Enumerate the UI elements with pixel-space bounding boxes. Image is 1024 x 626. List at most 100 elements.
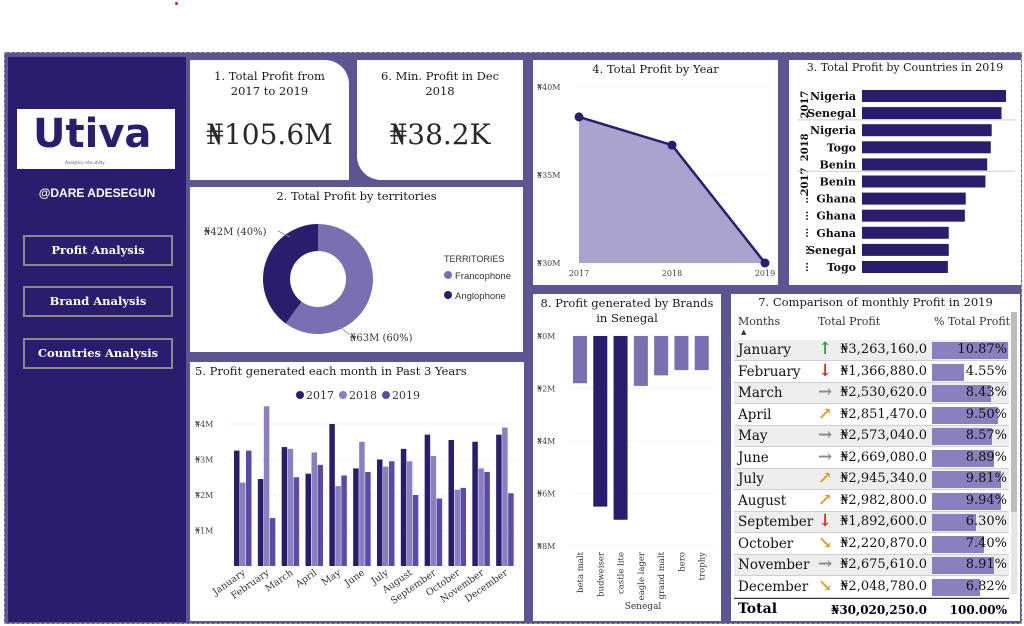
country-year-group-ellipsis: … — [800, 194, 811, 204]
brands-senegal-chart: ₦0M ₦2M ₦4M ₦6M ₦8M beta malt budweiser castle … — [537, 332, 715, 612]
month-bar-september-2017 — [424, 434, 431, 566]
profit-cell: ₦2,220,870.0 — [840, 535, 927, 551]
country-label: Togo — [827, 141, 856, 154]
month-chart-ytick: ₦3M — [195, 456, 213, 465]
comparison-row[interactable]: October ↘ ₦2,220,870.0 7.40% — [734, 533, 1009, 555]
brand-analysis-button[interactable]: Brand Analysis — [23, 286, 173, 317]
pct-cell: 4.55% — [965, 363, 1007, 379]
profit-cell: ₦2,573,040.0 — [840, 428, 927, 443]
year-chart-ytick: ₦30M — [537, 259, 560, 268]
month-bar-march-2019 — [293, 477, 300, 566]
country-label: Senegal — [807, 107, 856, 120]
month-chart-ytick: ₦2M — [195, 491, 213, 500]
country-label: Ghana — [816, 193, 856, 206]
brand-chart-ytick: ₦4M — [537, 437, 555, 446]
month-bar-august-2018 — [406, 461, 413, 566]
comparison-row[interactable]: March → ₦2,530,620.0 8.43% — [734, 382, 1009, 404]
comparison-row[interactable]: August ↗ ₦2,982,800.0 9.94% — [734, 490, 1009, 512]
col-header-total-profit[interactable]: Total Profit — [818, 315, 880, 328]
month-xtick: April — [293, 567, 319, 590]
month-bar-november-2019 — [484, 471, 490, 566]
country-year-group-ellipsis: … — [800, 228, 811, 238]
month-bar-february-2018 — [263, 406, 270, 566]
country-bar-togo — [862, 141, 991, 154]
profit-by-countries-card: 3. Total Profit by Countries in 2019 Nig… — [789, 60, 1021, 285]
col-header-months[interactable]: Months — [738, 315, 798, 328]
brand-bar-trophy — [694, 336, 709, 371]
trend-arrow-icon: ↘ — [818, 575, 833, 596]
utiva-logo: Utiva Analytics into utility — [17, 109, 175, 169]
country-bar-benin — [862, 175, 986, 188]
anglophone-data-label: ₦42M (40%) — [204, 227, 267, 238]
country-year-group-ellipsis: … — [800, 245, 811, 255]
brand-xtick: eagle lager — [637, 551, 647, 600]
comparison-row[interactable]: February ↓ ₦1,366,880.0 4.55% — [734, 361, 1009, 383]
profit-by-year-chart: ₦30M ₦35M ₦40M 2017 2018 2019 — [537, 83, 775, 278]
legend-label-2017: 2017 — [306, 389, 334, 402]
month-bar-march-2017 — [281, 447, 288, 566]
pct-cell: 8.57% — [965, 428, 1007, 443]
legend-label-2019: 2019 — [392, 389, 420, 402]
month-bar-june-2018 — [359, 441, 365, 566]
month-bar-january-2018 — [240, 482, 246, 566]
brand-chart-ytick: ₦6M — [537, 490, 555, 499]
brand-bar-beta-malt — [573, 336, 587, 384]
pct-cell: 7.40% — [965, 535, 1007, 551]
profit-cell: ₦2,675,610.0 — [840, 557, 927, 572]
month-bar-july-2019 — [389, 461, 395, 566]
brand-xaxis-label: Senegal — [625, 602, 662, 612]
month-bar-september-2019 — [436, 498, 443, 566]
country-year-group-label: 2017 — [800, 91, 811, 119]
sort-asc-icon[interactable]: ▲ — [741, 328, 746, 336]
profit-analysis-button[interactable]: Profit Analysis — [23, 235, 173, 266]
month-cell: October — [738, 535, 794, 552]
brand-xtick: grand malt — [657, 551, 667, 599]
table-scrollbar[interactable] — [1011, 312, 1017, 594]
legend-marker-francophone — [444, 271, 452, 279]
month-cell: May — [738, 428, 768, 444]
legend-title: TERRITORIES — [444, 254, 504, 264]
country-bar-senegal — [862, 107, 1002, 120]
trend-arrow-icon: ↑ — [818, 339, 833, 359]
countries-analysis-button[interactable]: Countries Analysis — [23, 338, 173, 369]
country-bar-togo — [862, 261, 948, 273]
comparison-row[interactable]: April ↗ ₦2,851,470.0 9.50% — [734, 404, 1009, 426]
total-label: Total — [738, 601, 778, 617]
comparison-row[interactable]: January ↑ ₦3,263,160.0 10.87% — [734, 339, 1009, 361]
month-bar-july-2017 — [377, 459, 383, 566]
comparison-row[interactable]: September ↓ ₦1,892,600.0 6.30% — [734, 511, 1009, 533]
country-label: Benin — [820, 176, 856, 189]
kpi-total-profit-title: 1. Total Profit from 2017 to 2019 — [214, 69, 325, 98]
legend-marker-2017 — [296, 391, 304, 399]
comparison-row[interactable]: May → ₦2,573,040.0 8.57% — [734, 425, 1009, 447]
comparison-row[interactable]: November → ₦2,675,610.0 8.91% — [734, 554, 1009, 576]
country-bar-nigeria — [862, 90, 1006, 102]
legend-marker-2018 — [339, 391, 347, 399]
scrollbar-thumb[interactable] — [1011, 312, 1017, 512]
francophone-leader-line — [339, 326, 351, 336]
profit-by-countries-chart: Nigeria Senegal Nigeria Togo Benin Benin Ghana… — [797, 90, 1015, 274]
month-bar-may-2017 — [329, 424, 335, 566]
trend-arrow-icon: ↓ — [818, 511, 833, 531]
logo-wordmark: Utiva — [33, 111, 152, 157]
pct-cell: 10.87% — [957, 342, 1007, 357]
brand-chart-ytick: ₦8M — [537, 542, 555, 551]
pct-cell: 8.91% — [965, 557, 1007, 572]
country-label: Nigeria — [810, 90, 856, 103]
trend-arrow-icon: → — [818, 425, 833, 445]
comparison-row[interactable]: July ↗ ₦2,945,340.0 9.81% — [734, 468, 1009, 490]
total-pct-value: 100.00% — [949, 603, 1007, 617]
month-bar-june-2019 — [365, 471, 371, 566]
comparison-row[interactable]: December ↘ ₦2,048,780.0 6.82% — [734, 575, 1009, 598]
month-bar-october-2018 — [454, 489, 460, 566]
year-chart-ytick: ₦40M — [537, 83, 560, 92]
brand-bar-grand-malt — [654, 336, 669, 376]
month-cell: July — [738, 471, 765, 487]
col-header-pct-total[interactable]: % Total Profit — [934, 315, 1010, 328]
brand-bar-eagle-lager — [633, 336, 648, 386]
comparison-row[interactable]: June → ₦2,669,080.0 8.89% — [734, 447, 1009, 469]
kpi-total-profit-card: 1. Total Profit from 2017 to 2019 ₦105.6… — [190, 60, 349, 180]
month-cell: April — [738, 406, 772, 423]
francophone-data-label: ₦63M (60%) — [350, 333, 413, 344]
month-chart-ytick: ₦1M — [195, 527, 213, 536]
